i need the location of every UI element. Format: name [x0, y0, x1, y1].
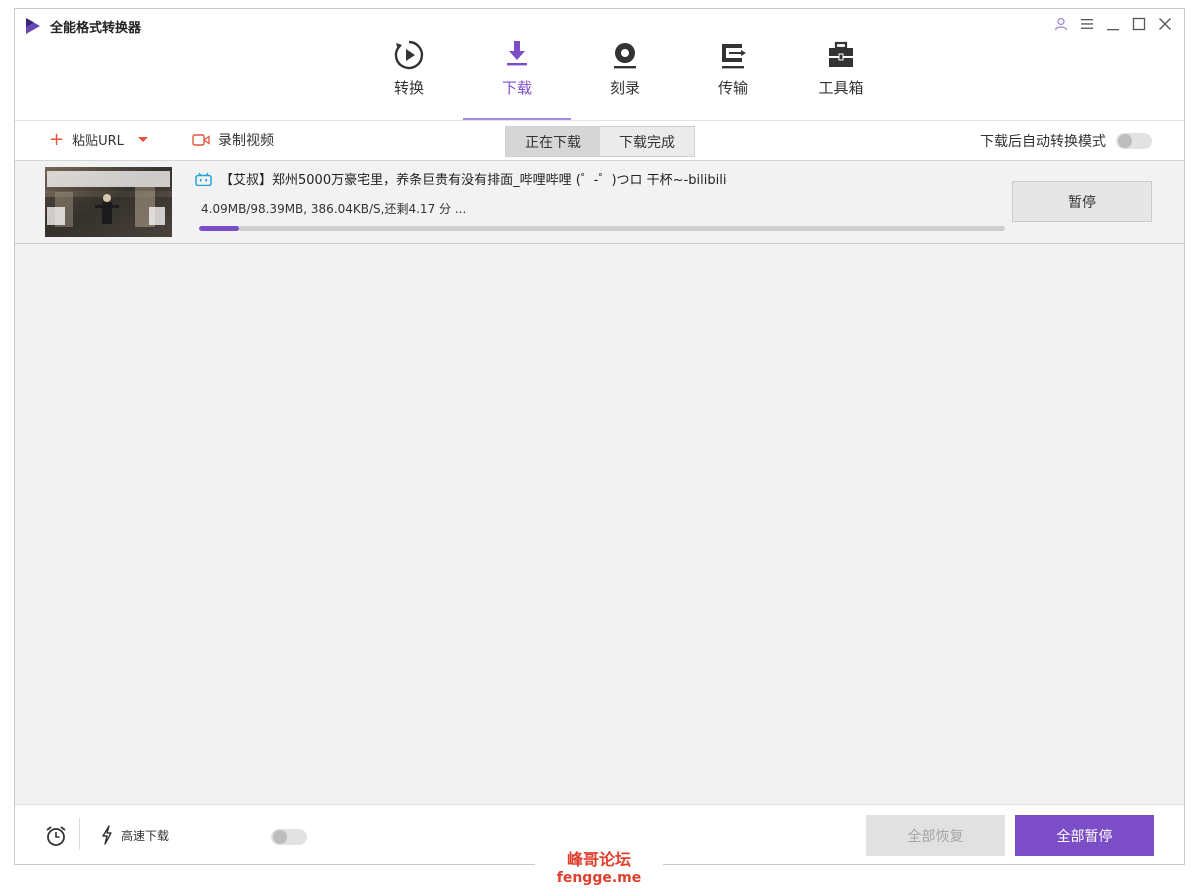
download-list: 【艾叔】郑州5000万豪宅里，养条巨贵有没有排面_哔哩哔哩 (゜-゜)つロ 干杯… [15, 162, 1184, 804]
watermark-cn: 峰哥论坛 [566, 850, 631, 869]
transfer-icon [717, 39, 749, 71]
tab-transfer[interactable]: 传输 [679, 39, 787, 119]
watermark-en: fengge.me [556, 870, 642, 886]
progress-fill [199, 226, 240, 231]
auto-convert-setting: 下载后自动转换模式 [980, 131, 1152, 151]
burn-disc-icon [609, 39, 641, 71]
download-title-row: 【艾叔】郑州5000万豪宅里，养条巨贵有没有排面_哔哩哔哩 (゜-゜)つロ 干杯… [195, 169, 726, 188]
pause-all-button[interactable]: 全部暂停 [1015, 815, 1154, 856]
auto-convert-label: 下载后自动转换模式 [980, 134, 1106, 150]
tab-download-label: 下载 [501, 79, 532, 97]
tab-transfer-label: 传输 [717, 79, 748, 97]
app-title: 全能格式转换器 [50, 21, 142, 36]
video-thumbnail [45, 167, 172, 237]
convert-icon [393, 39, 425, 71]
maximize-icon[interactable] [1128, 13, 1150, 35]
high-speed-toggle[interactable] [271, 829, 307, 845]
minimize-icon[interactable] [1102, 13, 1124, 35]
tab-toolbox-label: 工具箱 [818, 79, 864, 97]
download-toolbar: + 粘贴URL 录制视频 正在下载 下载完成 下载后自动转换模式 [15, 121, 1184, 161]
tab-burn[interactable]: 刻录 [571, 39, 679, 119]
download-icon [501, 39, 533, 71]
list-item[interactable]: 【艾叔】郑州5000万豪宅里，养条巨贵有没有排面_哔哩哔哩 (゜-゜)つロ 干杯… [15, 162, 1184, 244]
pause-button[interactable]: 暂停 [1012, 181, 1152, 222]
download-progress-text: 4.09MB/98.39MB, 386.04KB/S,还剩4.17 分 ... [201, 202, 467, 216]
menu-icon[interactable] [1076, 13, 1098, 35]
download-progress-bar [199, 226, 1005, 231]
chevron-down-icon[interactable] [137, 137, 148, 142]
footer-divider [79, 818, 80, 850]
tab-convert-label: 转换 [393, 79, 424, 97]
window-controls [1050, 13, 1176, 35]
tab-finished[interactable]: 下载完成 [600, 127, 694, 156]
app-logo-icon [26, 18, 40, 34]
record-video-label: 录制视频 [218, 133, 274, 149]
download-title: 【艾叔】郑州5000万豪宅里，养条巨贵有没有排面_哔哩哔哩 (゜-゜)つロ 干杯… [220, 173, 727, 188]
high-speed-label: 高速下载 [121, 828, 170, 843]
alarm-clock-icon[interactable] [45, 825, 67, 851]
header: 全能格式转换器 转换 下载 刻录 传输 工具箱 [15, 9, 1184, 121]
high-speed-download: 高速下载 [101, 825, 169, 845]
bilibili-icon [195, 172, 212, 186]
paste-url-label: 粘贴URL [72, 134, 124, 149]
paste-url-button[interactable]: + 粘贴URL [49, 130, 148, 149]
toolbox-icon [825, 39, 857, 71]
video-camera-icon [192, 134, 210, 146]
close-icon[interactable] [1154, 13, 1176, 35]
tab-downloading[interactable]: 正在下载 [506, 127, 600, 156]
record-video-button[interactable]: 录制视频 [192, 130, 274, 150]
watermark: 峰哥论坛 fengge.me [535, 842, 663, 886]
main-nav: 转换 下载 刻录 传输 工具箱 [355, 39, 895, 121]
tab-burn-label: 刻录 [609, 79, 640, 97]
tab-convert[interactable]: 转换 [355, 39, 463, 119]
app-window: 全能格式转换器 转换 下载 刻录 传输 工具箱 + 粘贴URL 录制视频 正在下… [14, 8, 1185, 865]
auto-convert-toggle[interactable] [1116, 133, 1152, 149]
user-icon[interactable] [1050, 13, 1072, 35]
tab-download[interactable]: 下载 [463, 39, 571, 121]
lightning-icon [102, 825, 112, 845]
plus-icon: + [49, 128, 65, 150]
download-status-tabs: 正在下载 下载完成 [505, 126, 695, 157]
tab-toolbox[interactable]: 工具箱 [787, 39, 895, 119]
resume-all-button[interactable]: 全部恢复 [866, 815, 1005, 856]
